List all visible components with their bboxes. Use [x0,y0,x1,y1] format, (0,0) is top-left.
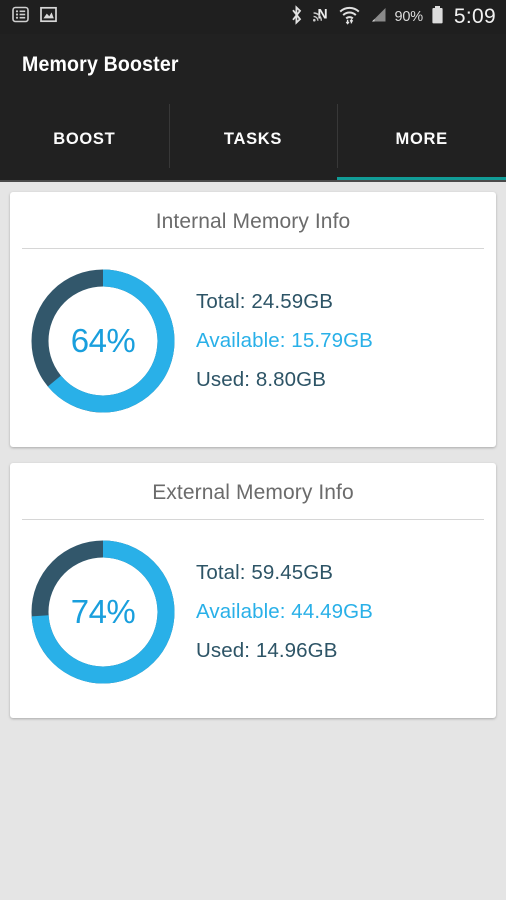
internal-total-label: Total: 24.59GB [196,290,334,313]
external-used-label: Used: 14.96GB [196,639,338,662]
image-notification-icon [40,6,57,28]
external-memory-percent: 74% [70,593,136,630]
tab-bar: BOOST TASKS MORE [0,96,506,182]
page-title: Memory Booster [22,53,179,76]
more-tab-content: Internal Memory Info 64% Total: 24.59GB … [0,182,506,718]
tab-more-label: MORE [395,129,448,148]
external-memory-stats: Total: 59.45GB Available: 44.49GB Used: … [196,561,373,663]
internal-available-label: Available: 15.79GB [196,329,373,352]
internal-used-label: Used: 8.80GB [196,368,326,391]
external-memory-card: External Memory Info 74% Total: 59.45GB … [10,463,496,718]
external-memory-card-body: 74% Total: 59.45GB Available: 44.49GB Us… [10,520,496,708]
phone-screen: N 90% 5:09 Memory Booster BOOST TASKS MO… [0,0,506,900]
status-bar-notifications [12,6,57,28]
app-title-bar: Memory Booster [0,34,506,96]
external-memory-donut: 74% [10,534,196,690]
status-bar-clock: 5:09 [453,5,496,28]
tab-tasks-label: TASKS [223,129,283,148]
internal-memory-card-body: 64% Total: 24.59GB Available: 15.79GB Us… [10,249,496,437]
internal-memory-stats: Total: 24.59GB Available: 15.79GB Used: … [196,290,373,392]
status-bar-system-icons: N 90% 5:09 [289,4,497,30]
wifi-icon [339,5,360,30]
battery-percent-label: 90% [394,9,424,25]
internal-memory-card-title: Internal Memory Info [155,210,351,233]
svg-text:N: N [317,5,327,21]
notification-list-icon [12,6,29,28]
external-memory-card-title: External Memory Info [152,481,354,504]
battery-icon [431,5,444,30]
tab-boost-label: BOOST [53,129,116,148]
tab-boost[interactable]: BOOST [0,96,169,182]
cellular-signal-icon [368,6,387,29]
tab-tasks[interactable]: TASKS [168,96,338,182]
nfc-icon: N [312,5,331,30]
tab-more[interactable]: MORE [337,96,506,182]
external-available-label: Available: 44.49GB [196,600,373,623]
external-total-label: Total: 59.45GB [196,561,334,584]
internal-memory-donut: 64% [10,263,196,419]
active-tab-indicator [337,177,506,182]
internal-memory-percent: 64% [70,322,136,359]
bluetooth-icon [289,4,304,30]
status-bar: N 90% 5:09 [0,0,506,34]
internal-memory-card: Internal Memory Info 64% Total: 24.59GB … [10,192,496,447]
